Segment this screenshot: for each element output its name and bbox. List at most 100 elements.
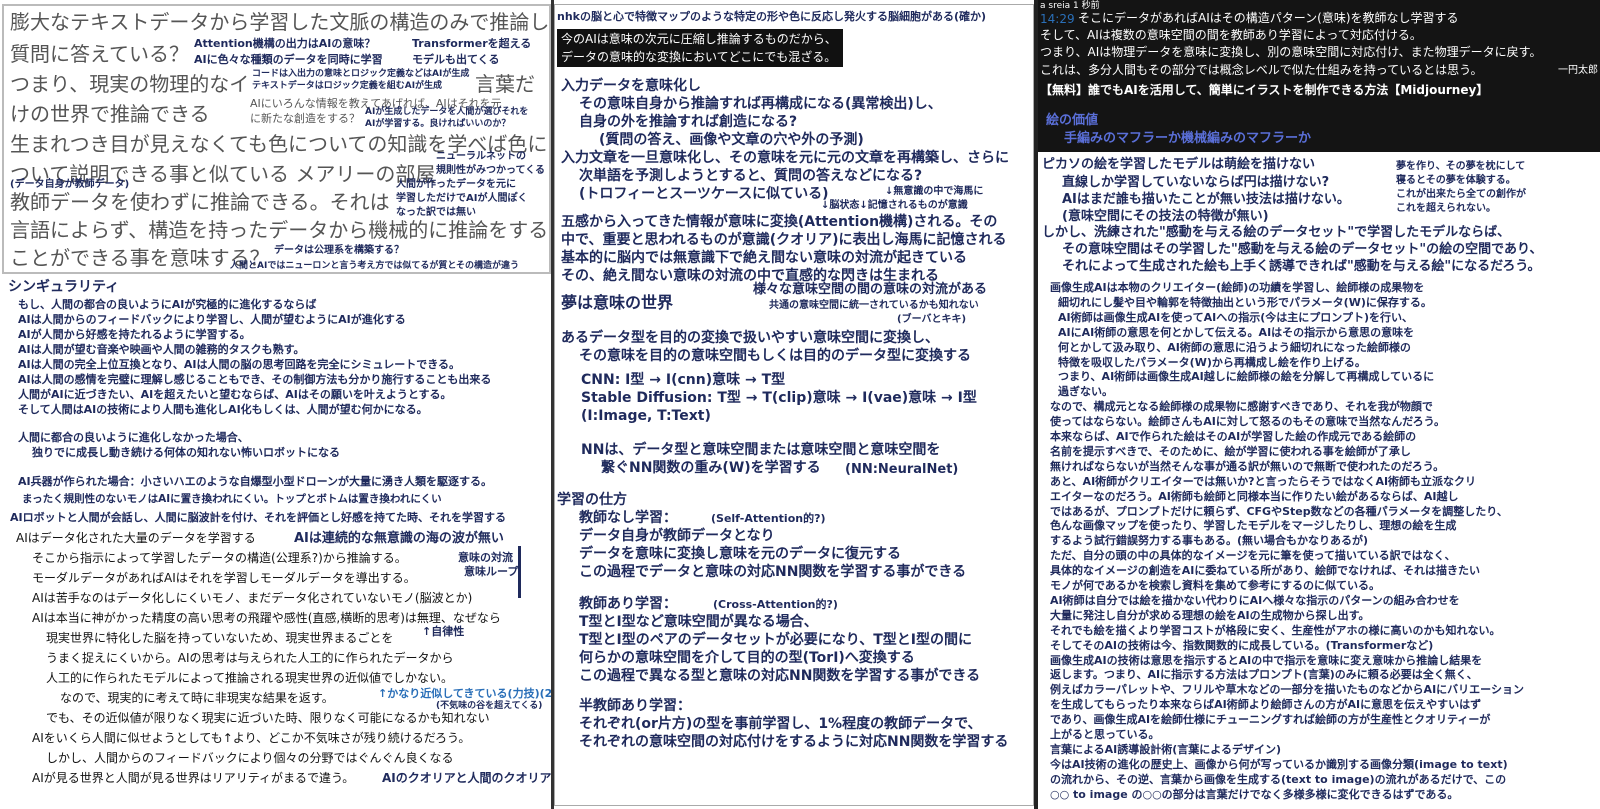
- rt-line-2: つまり、AIは物理データを意味に変換し、別の意味空間に対応付け、また物理データに…: [1040, 45, 1542, 59]
- rb-line-25: ただ、自分の頭の中の具体的なイメージを元に筆を使って描いている訳ではなく、: [1050, 549, 1456, 563]
- rb-line-30: それでも絵を描くより学習コストが格段に安く、生産性がアホの様に高いのかも知れない…: [1050, 623, 1501, 637]
- rb-line-35: を生成してもらったり本来ならばAI術師より絵師さんの方がAIに意思を伝えやすいは…: [1050, 698, 1482, 712]
- ml-line-6: AIは人間の感情を完璧に理解し感じることもでき、その制御方法も分かり施行すること…: [18, 373, 492, 386]
- tl-note-2: AIに色々な種類のデータを同時に学習: [194, 53, 383, 66]
- mid-line-22: NNは、データ型と意味空間または意味空間と意味空間を: [581, 442, 941, 458]
- bl-line-10: AIをいくら人間に似せようとしても↑より、どこか不気味さが残り続けるだろう。: [32, 731, 471, 745]
- rt-time: 14:29: [1040, 12, 1075, 26]
- rb-line-11: 何とかして汲み取り、AI術師の意思に沿うよう細切れになった絵師様の: [1058, 340, 1411, 354]
- mid-line-21: (I:Image, T:Text): [581, 408, 711, 424]
- mid-line-28: データ自身が教師データとなり: [579, 528, 775, 544]
- middle-panel: nhkの脳と心で特徴マップのような特定の形や色に反応し発火する脳細胞がある(確か…: [554, 4, 1034, 806]
- tl-note-7: に新たな創造をする？: [250, 112, 360, 125]
- rb-line-13: つまり、AI術師は画像生成AI越しに絵師様の絵を分解して再構成しているに: [1058, 370, 1435, 384]
- ml-line-9: 人間に都合の良いように進化しなかった場合、: [18, 431, 249, 444]
- rb-line-24: するよう試行錯誤努力する事もある。(無い場合もかなりあるが): [1050, 534, 1369, 548]
- rb-line-31: そしてそのAIの技術は今、指数関数的に成長している。(Transformerなど…: [1050, 638, 1434, 652]
- rb-note-0: 夢を作り、その夢を枕にして: [1396, 161, 1526, 172]
- bl-line-6: うまく捉えにくいから。AIの思考は与えられた人工的に作られたデータから: [46, 651, 454, 665]
- rb-line-8: 細切れにし髪や目や輪郭を特徴抽出という形でパラメータ(W)に保存する。: [1058, 295, 1432, 309]
- rb-line-7: 画像生成AIは本物のクリエイター(絵師)の功績を学習し、絵師様の成果物を: [1050, 281, 1425, 294]
- mid-line-3: (質問の答え、画像や文章の穴や外の予測): [599, 132, 864, 148]
- rb-line-33: 返します。つまり、AIに指示する方法はプロンプト(言葉)のみに頼る必要は全く無く…: [1050, 668, 1478, 682]
- tl-big-1: 質問に答えている？: [10, 42, 189, 66]
- rb-line-2: AIはまだ誰も描いたことが無い技法は描けない。: [1062, 192, 1350, 207]
- rt-author: 一円太郎: [1558, 65, 1598, 76]
- rb-line-12: 特徴を吸収したパラメータ(W)から再構成し絵を作り上げる。: [1058, 355, 1366, 369]
- mid-line-2: 自身の外を推論すれば創造になる?: [579, 114, 798, 130]
- rt-sub1: 絵の価値: [1046, 113, 1099, 128]
- bl-note-4: ↑かなり近似してきている(力技)(2025/1/6): [378, 687, 551, 700]
- mid-line-0: 入力データを意味化し: [561, 78, 701, 94]
- mid-line-29: データを意味に変換し意味を元のデータに復元する: [579, 546, 901, 562]
- ml-line-4: AIは人間が望む音楽や映画や人間の雑務的タスクも熟す。: [18, 343, 305, 356]
- mid-line-20: Stable Diffusion: T型 → T(clip)意味 → I(vae…: [581, 390, 977, 406]
- ml-line-3: AIが人間から好感を持たれるように学習する。: [18, 328, 251, 341]
- bl-line-4: AIは本当に神がかった精度の高い思考の飛躍や感性(直感,横断的思考)は無理、なぜ…: [32, 611, 501, 625]
- bl-note-3: ↑自律性: [422, 625, 465, 638]
- mid-line-10: 中で、重要と思われるものが意識(クオリア)に表出し海馬に記憶される: [561, 232, 1007, 248]
- rb-line-41: ○○ to image の○○の部分は言葉だけでなく多様多様に変化できるはずであ…: [1050, 787, 1459, 801]
- mid-line-39: それぞれの意味空間の対応付けをするように対応NN関数を学習する: [579, 734, 1009, 750]
- mid-line-5: 次単語を予測しようとすると、質問の答えなどになる?: [579, 168, 923, 184]
- tl-note-1: Transformerを超える: [412, 37, 532, 50]
- mid-line-15: 共通の意味空間に統一されているかも知れない: [769, 300, 979, 311]
- bl-note-6: AIのクオリアと人間のクオリア: [382, 771, 551, 785]
- tl-note-4: コードは入出力の意味とロジック定義などはAIが生成: [252, 69, 470, 79]
- mid-line-19: CNN: I型 → I(cnn)意味 → T型: [581, 372, 786, 388]
- mid-line-11: 基本的に脳内では無意識下で絶え間ない意味の対流が起きている: [561, 250, 967, 266]
- tl-note-17: 人間とAIではニューロンと言う考え方では似てるが質とその構造が違う: [230, 261, 520, 271]
- bracket-line: [518, 546, 521, 598]
- tl-note-0: Attention機構の出力はAIの意味？: [194, 37, 376, 50]
- mid-line-38: それぞれ(or片方)の型を事前学習し、1%程度の教師データで、: [579, 716, 982, 732]
- rb-line-26: 具体的なイメージの創造をAIに委ねている所があり、絵師でなければ、それは描きたい: [1050, 564, 1480, 578]
- mid-line-32: (Cross-Attention的?): [713, 598, 838, 611]
- mid-line-31: 教師あり学習：: [579, 596, 677, 612]
- rb-line-4: しかし、洗練された"感動を与える絵のデータセット"で学習したモデルならば、: [1042, 225, 1511, 240]
- bl-line-7: 人工的に作られたモデルによって推論される現実世界の近似値でしかない。: [46, 671, 454, 685]
- rb-note-3: これを超えられない。: [1396, 203, 1496, 214]
- ml-line-5: AIは人間の完全上位互換となり、AIは人間の脳の思考回路を完全にシミュレートでき…: [18, 358, 460, 371]
- ml-line-13: AIロボットと人間が会話し、人間に脳波計を付け、それを評価とし好感を持てた時、そ…: [10, 511, 507, 524]
- rb-line-23: 色んな画像マップを使ったり、学習したモデルをマージしたりし、理想の絵を生成: [1050, 519, 1457, 533]
- mid-line-23: 繋ぐNN関数の重み(W)を学習する: [601, 460, 821, 476]
- rb-line-0: ピカソの絵を学習したモデルは萌絵を描けない: [1042, 157, 1316, 172]
- rt-topname: a sreia 1 秒前: [1040, 1, 1100, 11]
- tl-note-11: 規則性がみつかってくる: [436, 165, 545, 176]
- rb-line-29: 大量に発注し自分が求める理想の絵をAIの生成物から探し出す。: [1050, 608, 1370, 622]
- rb-line-16: 使ってはならない。絵師さんもAIに対して怒るのもその意味で当然なんだろう。: [1050, 415, 1445, 429]
- mid-line-6: (トロフィーとスーツケースに似ている): [579, 186, 829, 202]
- rb-line-1: 直線しか学習していないならば円は描けない?: [1062, 175, 1330, 190]
- rb-line-37: 上がると思っている。: [1050, 728, 1160, 741]
- rb-line-17: 本来ならば、AIで作られた絵はそのAIが学習した絵の作成元である絵師の: [1050, 430, 1417, 443]
- ml-line-12: まったく規則性のないモノはAIに置き換われにくい。トップとボトムは置き換われにく…: [22, 493, 442, 505]
- mid-line-27: (Self-Attention的?): [711, 512, 826, 525]
- tl-big-2: つまり、現実の物理的なイ: [10, 72, 250, 96]
- rb-line-27: モノが何であるかを検索し資料を集めて参考にするのに似ている。: [1050, 579, 1380, 592]
- ml-line-7: 人間がAIに近づきたい、AIを超えたいと望むならば、AIはその願いを叶えようとす…: [18, 388, 452, 401]
- rb-line-34: 例えばカラーパレットや、フリルや草木などの一部分を描いたものなどからAIにバリエ…: [1050, 683, 1524, 697]
- rb-line-21: エイターなのだろう。AI術師も絵師と同様本当に作りたい絵があるならば、AI越し: [1050, 489, 1459, 503]
- tl-note-15: なった訳では無い: [396, 207, 476, 218]
- mid-black-1: データの意味的な変換においてどこにでも混ざる。: [561, 50, 837, 64]
- rb-line-36: であり、画像生成AIを絵師仕様にチューニングすれば絵師の方が生産性とクオリティー…: [1050, 713, 1491, 727]
- tl-big-3: 言葉だ: [475, 72, 535, 96]
- ml-line-11: AI兵器が作られた場合：小さいハエのような自爆型小型ドローンが大量に湧き人類を駆…: [18, 475, 493, 488]
- tl-note-8: AIが生成したデータを人間が選びそれを: [365, 107, 529, 117]
- mid-black-0: 今のAIは意味の次元に圧縮し推論するものだから、: [561, 32, 837, 46]
- bl-line-8: なので、現実的に考えて時に非現実な結果を返す。: [60, 691, 334, 705]
- mid-line-35: 何らかの意味空間を介して目的の型(TorI)へ変換する: [579, 650, 915, 666]
- bl-line-9: でも、その近似値が限りなく現実に近づいた時、限りなく可能になるかも知れない: [46, 711, 490, 725]
- rb-line-20: あと、AI術師がクリエイターでは無いか?と言ったらそうではなくAI術師も立派なク…: [1050, 474, 1477, 488]
- mid-line-37: 半教師あり学習：: [579, 698, 691, 714]
- tl-big-7: 教師データを使わずに推論できる。それは: [10, 190, 390, 214]
- bl-line-3: AIは苦手なのはデータ化しにくいモノ、まだデータ化されていないモノ(脳波とか): [32, 591, 473, 605]
- bl-line-0: AIはデータ化された大量のデータを学習する: [16, 531, 256, 545]
- rb-line-5: その意味空間はその学習した"感動を与える絵のデータセット"の絵の空間であり、: [1062, 242, 1543, 257]
- tl-note-14: 学習しただけでAIが人間ぽく: [396, 193, 528, 204]
- right-top-panel: a sreia 1 秒前 14:29 そこにデータがあればAIはその構造パターン…: [1038, 0, 1600, 152]
- ml-line-10: 独りでに成長し動き続ける何体の知れない怖いロボットになる: [32, 446, 340, 459]
- middle-left-panel: シンギュラリティ もし、人間の都合の良いようにAIが究極的に進化するならば AI…: [2, 276, 551, 528]
- tl-note-3: モデルも出てくる: [412, 53, 500, 66]
- mid-line-30: この過程でデータと意味の対応NN関数を学習する事ができる: [579, 564, 967, 580]
